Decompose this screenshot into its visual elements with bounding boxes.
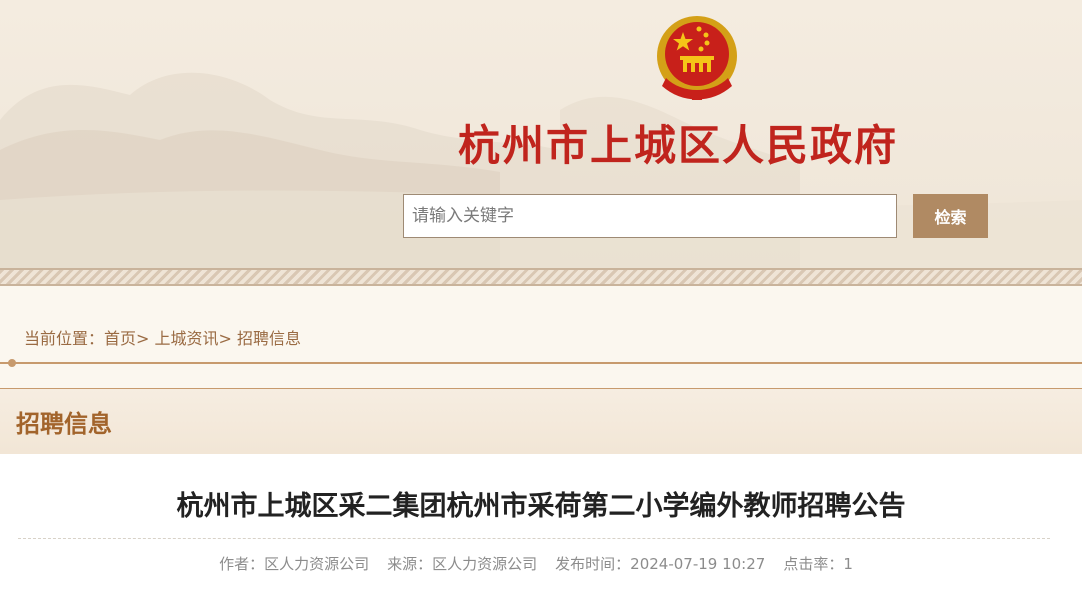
breadcrumb-item-news[interactable]: 上城资讯 bbox=[155, 329, 219, 348]
meta-author: 作者：区人力资源公司 bbox=[219, 555, 370, 573]
breadcrumb-item-recruitment[interactable]: 招聘信息 bbox=[237, 329, 301, 348]
meta-source: 来源：区人力资源公司 bbox=[387, 555, 538, 573]
article-meta: 作者：区人力资源公司 来源：区人力资源公司 发布时间：2024-07-19 10:2… bbox=[0, 553, 1072, 574]
breadcrumb-separator: > bbox=[218, 329, 232, 348]
breadcrumb-prefix: 当前位置： bbox=[24, 329, 105, 348]
national-emblem-icon bbox=[657, 16, 737, 100]
breadcrumb-separator: > bbox=[136, 329, 150, 348]
meta-published: 发布时间：2024-07-19 10:27 bbox=[555, 555, 766, 573]
meta-hits: 点击率：1 bbox=[783, 555, 853, 573]
breadcrumb-item-home[interactable]: 首页 bbox=[104, 329, 136, 348]
section-header bbox=[0, 388, 1082, 454]
header-border-strip bbox=[0, 268, 1082, 286]
section-title: 招聘信息 bbox=[16, 410, 112, 438]
site-header: 杭州市上城区人民政府 检索 bbox=[0, 0, 1082, 268]
title-divider bbox=[18, 538, 1050, 539]
search-button[interactable]: 检索 bbox=[913, 194, 988, 238]
article-title: 杭州市上城区采二集团杭州市采荷第二小学编外教师招聘公告 bbox=[176, 491, 906, 522]
breadcrumb: 当前位置：首页> 上城资讯> 招聘信息 bbox=[24, 325, 301, 349]
search-input[interactable] bbox=[403, 194, 897, 238]
breadcrumb-divider bbox=[0, 359, 1082, 367]
site-title: 杭州市上城区人民政府 bbox=[458, 121, 899, 170]
article-content-area bbox=[0, 454, 1082, 598]
